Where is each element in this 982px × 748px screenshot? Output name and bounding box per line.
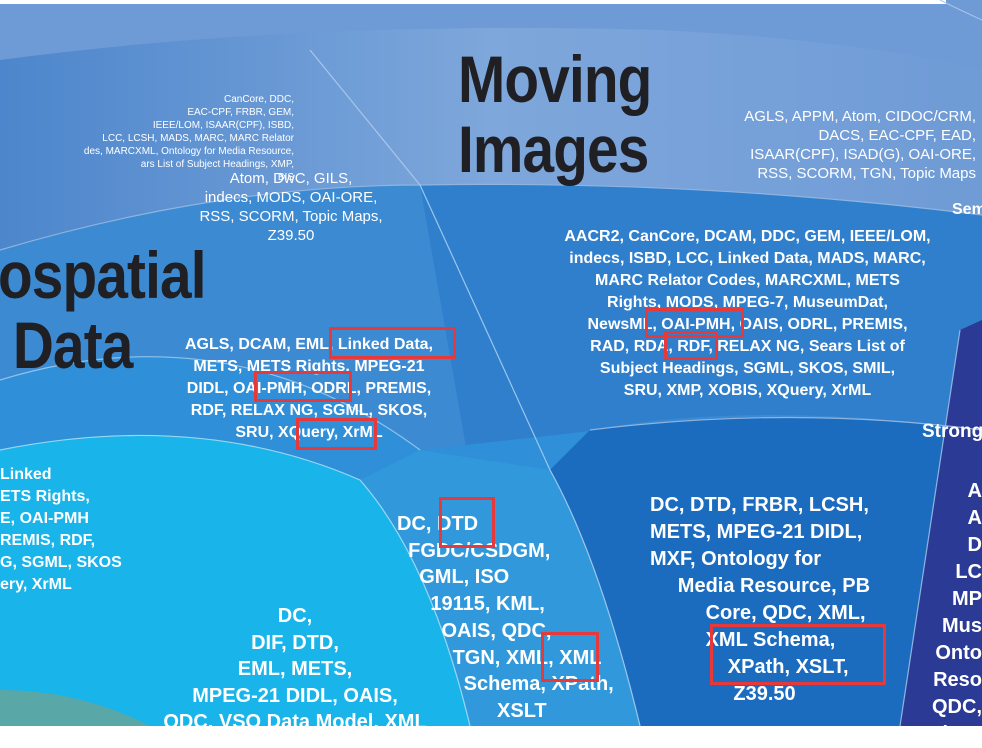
label-mi-mid: AACR2, CanCore, DCAM, DDC, GEM, IEEE/LOM… — [564, 228, 931, 399]
label-edge-sem: Sem — [952, 201, 982, 218]
highlight-dtd — [439, 497, 495, 548]
label-edge-strong: Strong — [922, 421, 982, 442]
label-mi-light: AGLS, APPM, Atom, CIDOC/CRM, DACS, EAC-C… — [744, 108, 976, 182]
label-right-column: A A D LC MP Mus Onto Reso QDC, Schem — [918, 480, 982, 745]
heading-moving-images: Moving Images — [458, 42, 652, 186]
label-geo-light: Atom, DwC, GILS, indecs, MODS, OAI-ORE, … — [199, 170, 383, 244]
highlight-xquery-geo — [296, 418, 377, 450]
top-edge — [0, 0, 946, 4]
label-left-mid: Linked ETS Rights, E, OAI-PMH REMIS, RDF… — [0, 466, 122, 593]
highlight-oai-pmh-geo — [254, 371, 352, 402]
highlight-linked-data — [329, 327, 456, 359]
highlight-xml-schema-xpath-xslt — [710, 624, 886, 685]
highlight-xml — [541, 632, 599, 682]
label-left-strong: DC, DIF, DTD, EML, METS, MPEG-21 DIDL, O… — [163, 605, 427, 733]
highlight-rdf-mi — [664, 331, 718, 360]
